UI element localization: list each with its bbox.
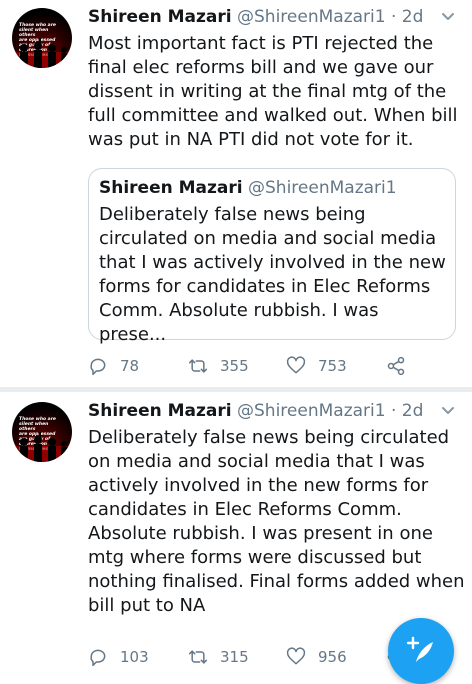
share-icon <box>387 356 405 376</box>
retweet-count: 355 <box>220 357 249 375</box>
reply-count: 78 <box>120 357 140 375</box>
author-name[interactable]: Shireen Mazari <box>88 7 232 27</box>
avatar[interactable]: Those who are silent when others are opp… <box>12 8 72 68</box>
heart-icon <box>286 356 306 374</box>
protest-silhouette-icon <box>12 432 72 462</box>
chevron-down-icon[interactable] <box>441 406 455 416</box>
like-button[interactable]: 753 <box>286 354 347 378</box>
chevron-down-icon[interactable] <box>441 12 455 22</box>
share-button[interactable] <box>386 354 406 378</box>
retweet-icon <box>188 359 208 373</box>
quoted-author-name: Shireen Mazari <box>99 178 243 198</box>
tweet-actions: 78 355 753 <box>88 354 458 378</box>
retweet-icon <box>188 650 208 664</box>
tweet-text: Most important fact is PTI rejected the … <box>88 33 458 150</box>
avatar[interactable]: Those who are silent when others are opp… <box>12 402 72 462</box>
author-name[interactable]: Shireen Mazari <box>88 401 232 421</box>
reply-button[interactable]: 103 <box>88 645 149 669</box>
quoted-tweet-text: Deliberately false news being circulated… <box>99 204 446 345</box>
reply-icon <box>90 649 106 667</box>
tweet-header: Shireen Mazari @ShireenMazari1 · 2d <box>88 6 423 28</box>
quoted-tweet-header: Shireen Mazari @ShireenMazari1 <box>99 177 397 199</box>
retweet-button[interactable]: 355 <box>188 354 249 378</box>
heart-icon <box>286 647 306 665</box>
reply-button[interactable]: 78 <box>88 354 139 378</box>
compose-tweet-icon <box>406 636 433 662</box>
tweet-header: Shireen Mazari @ShireenMazari1 · 2d <box>88 400 423 422</box>
protest-silhouette-icon <box>12 38 72 68</box>
quoted-tweet[interactable]: Shireen Mazari @ShireenMazari1 Deliberat… <box>88 168 456 345</box>
retweet-count: 315 <box>220 648 249 666</box>
like-count: 956 <box>318 648 347 666</box>
compose-tweet-button[interactable] <box>388 618 454 684</box>
like-count: 753 <box>318 357 347 375</box>
reply-count: 103 <box>120 648 149 666</box>
tweet[interactable]: Those who are silent when others are opp… <box>0 0 472 388</box>
retweet-button[interactable]: 315 <box>188 645 249 669</box>
author-handle[interactable]: @ShireenMazari1 · 2d <box>237 7 423 27</box>
quoted-author-handle: @ShireenMazari1 <box>248 178 397 198</box>
reply-icon <box>90 358 106 376</box>
like-button[interactable]: 956 <box>286 645 347 669</box>
author-handle[interactable]: @ShireenMazari1 · 2d <box>237 401 423 421</box>
tweet-text: Deliberately false news being circulated… <box>88 427 465 616</box>
